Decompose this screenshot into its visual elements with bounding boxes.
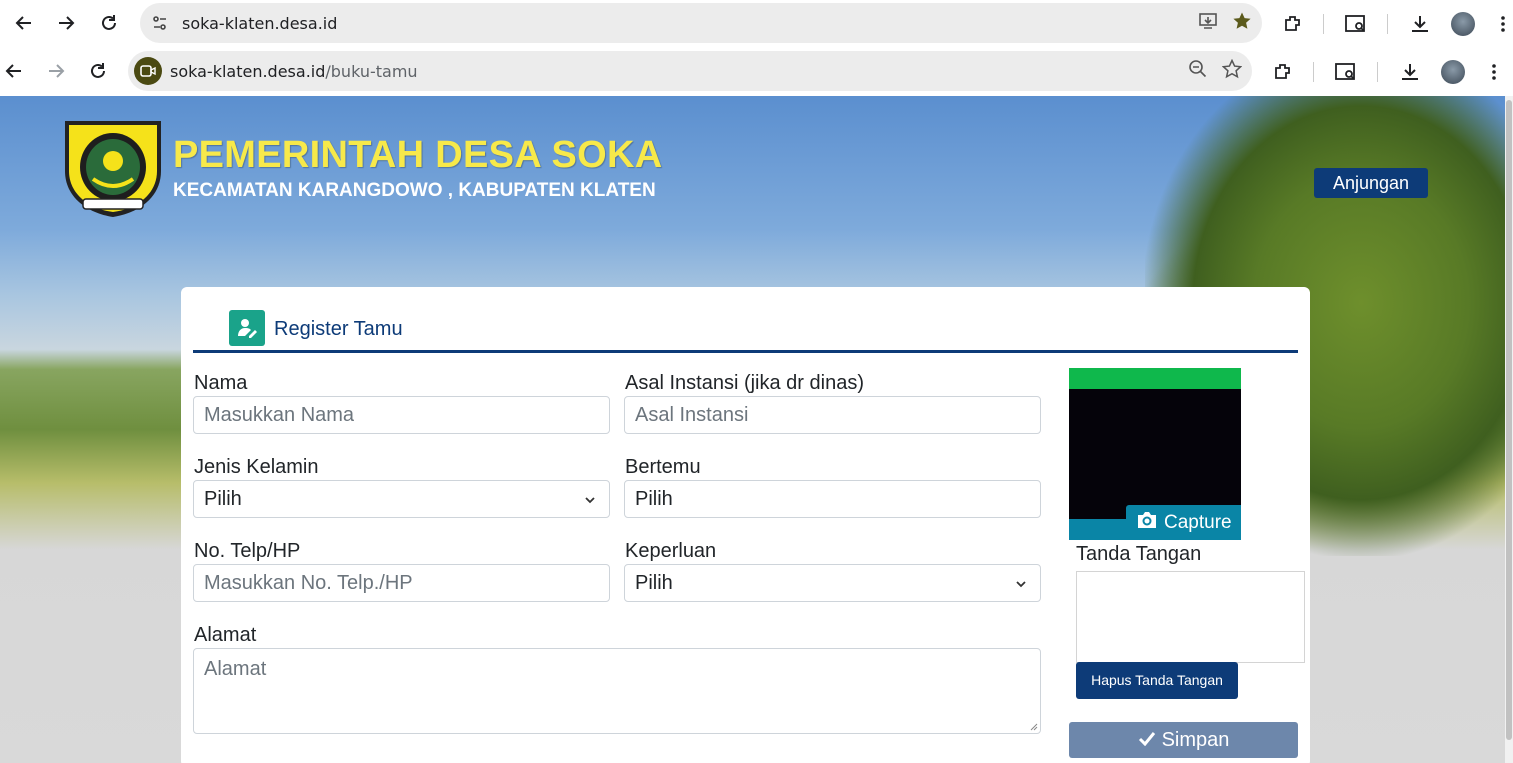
url-text: soka-klaten.desa.id xyxy=(182,13,338,33)
forward-icon[interactable] xyxy=(36,51,76,91)
camera-icon xyxy=(1136,510,1158,536)
resize-handle-icon[interactable] xyxy=(1028,721,1038,731)
menu-kebab-icon[interactable] xyxy=(1491,47,1497,96)
toolbar-divider xyxy=(1313,61,1314,82)
user-edit-icon xyxy=(229,310,265,346)
jenis-kelamin-select[interactable]: Pilih xyxy=(193,480,610,518)
back-icon[interactable] xyxy=(0,51,34,91)
page-subtitle: KECAMATAN KARANGDOWO , KABUPATEN KLATEN xyxy=(173,180,656,201)
keperluan-label: Keperluan xyxy=(625,540,717,562)
card-title: Register Tamu xyxy=(274,318,403,340)
browser-toolbar-1: soka-klaten.desa.id xyxy=(0,0,1513,47)
zoom-icon[interactable] xyxy=(1188,59,1208,84)
bertemu-label: Bertemu xyxy=(625,456,701,478)
forward-icon[interactable] xyxy=(46,3,86,43)
tab-search-icon[interactable] xyxy=(1334,47,1358,96)
address-bar[interactable]: soka-klaten.desa.id/buku-tamu xyxy=(128,51,1252,91)
site-settings-icon[interactable] xyxy=(146,9,174,37)
toolbar-divider xyxy=(1387,13,1388,34)
page-title: PEMERINTAH DESA SOKA xyxy=(173,134,663,176)
tanda-tangan-label: Tanda Tangan xyxy=(1076,543,1202,565)
scrollbar-thumb[interactable] xyxy=(1506,100,1512,740)
card-header: Register Tamu xyxy=(193,299,1298,353)
bookmark-star-filled-icon[interactable] xyxy=(1232,11,1252,36)
nama-input[interactable]: Masukkan Nama xyxy=(193,396,610,434)
downloads-icon[interactable] xyxy=(1409,0,1431,47)
signature-pad[interactable] xyxy=(1076,571,1305,663)
asal-instansi-label: Asal Instansi (jika dr dinas) xyxy=(625,372,864,394)
webcam-top-bar xyxy=(1069,368,1241,389)
page-scrollbar[interactable] xyxy=(1505,96,1513,763)
toolbar-divider xyxy=(1323,13,1324,34)
telp-input[interactable]: Masukkan No. Telp./HP xyxy=(193,564,610,602)
anjungan-button[interactable]: Anjungan xyxy=(1314,168,1428,198)
extensions-icon[interactable] xyxy=(1282,0,1304,47)
alamat-label: Alamat xyxy=(194,624,257,646)
register-card: Register Tamu Nama Masukkan Nama Asal In… xyxy=(181,287,1310,763)
browser-toolbar-2: soka-klaten.desa.id/buku-tamu xyxy=(0,47,1513,96)
install-app-icon[interactable] xyxy=(1198,11,1218,36)
alamat-textarea[interactable]: Alamat xyxy=(193,648,1041,734)
reload-icon[interactable] xyxy=(89,3,129,43)
simpan-button[interactable]: Simpan xyxy=(1069,722,1298,758)
telp-label: No. Telp/HP xyxy=(194,540,301,562)
camera-in-use-icon[interactable] xyxy=(134,57,162,85)
page-content: PEMERINTAH DESA SOKA KECAMATAN KARANGDOW… xyxy=(0,96,1505,763)
url-text: soka-klaten.desa.id/buku-tamu xyxy=(170,61,418,81)
address-bar[interactable]: soka-klaten.desa.id xyxy=(140,3,1262,43)
back-icon[interactable] xyxy=(4,3,44,43)
bertemu-select[interactable]: Pilih xyxy=(624,480,1041,518)
reload-icon[interactable] xyxy=(78,51,118,91)
tab-search-icon[interactable] xyxy=(1344,0,1368,47)
menu-kebab-icon[interactable] xyxy=(1500,0,1506,47)
downloads-icon[interactable] xyxy=(1399,47,1421,96)
nama-label: Nama xyxy=(194,372,248,394)
capture-button[interactable]: Capture xyxy=(1126,505,1241,540)
jenis-kelamin-label: Jenis Kelamin xyxy=(194,456,319,478)
profile-avatar[interactable] xyxy=(1441,59,1465,84)
hapus-tanda-tangan-button[interactable]: Hapus Tanda Tangan xyxy=(1076,662,1238,699)
asal-instansi-input[interactable]: Asal Instansi xyxy=(624,396,1041,434)
keperluan-select[interactable]: Pilih xyxy=(624,564,1041,602)
extensions-icon[interactable] xyxy=(1272,47,1294,96)
profile-avatar[interactable] xyxy=(1451,11,1475,36)
village-emblem-logo xyxy=(63,119,163,219)
chevron-down-icon xyxy=(583,490,597,513)
webcam-preview: Capture xyxy=(1069,368,1241,540)
chevron-down-icon xyxy=(1014,574,1028,597)
check-icon xyxy=(1138,729,1156,752)
toolbar-divider xyxy=(1377,61,1378,82)
bookmark-star-icon[interactable] xyxy=(1221,58,1243,84)
